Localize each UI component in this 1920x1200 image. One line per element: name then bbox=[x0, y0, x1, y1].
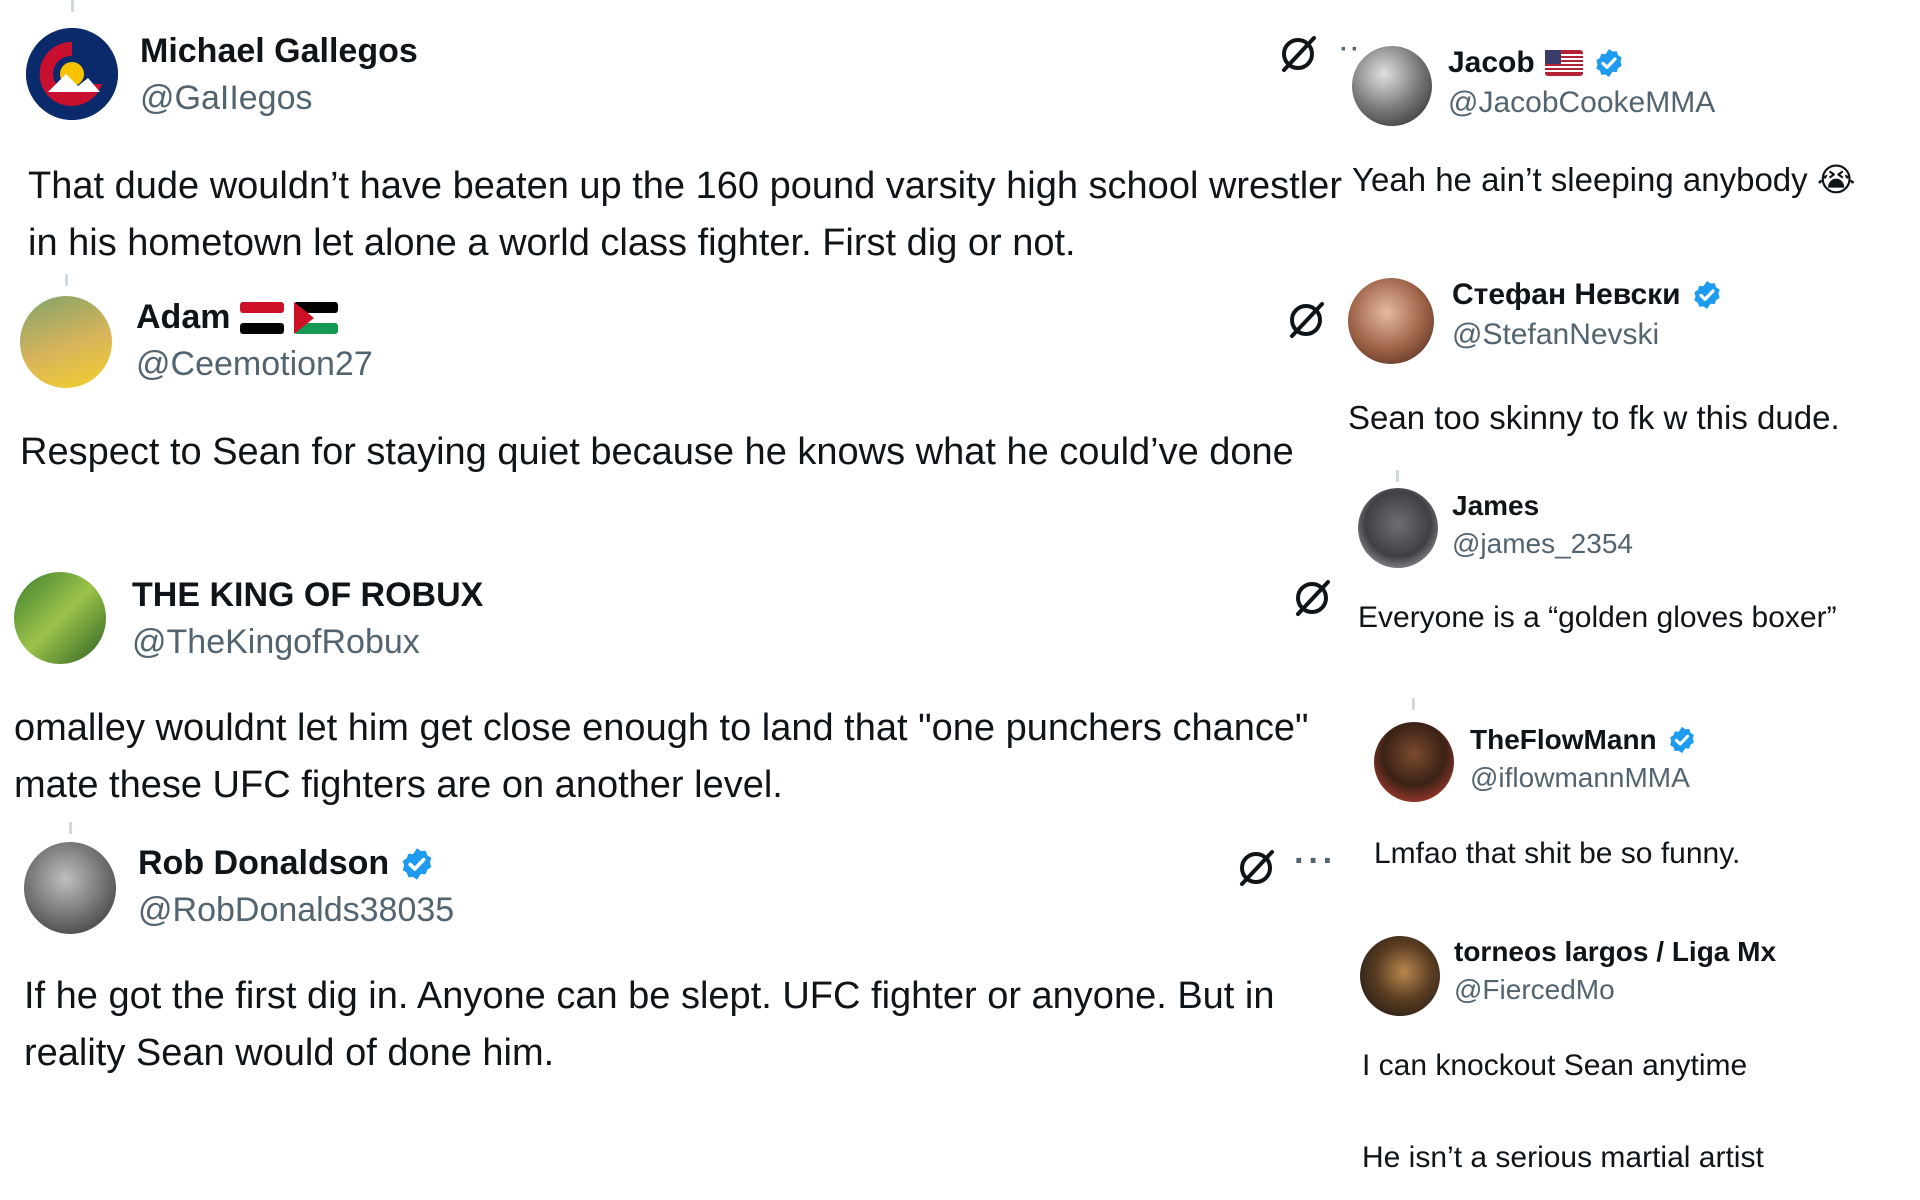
display-name[interactable]: torneos largos / Liga Mx bbox=[1454, 936, 1776, 968]
verified-badge-icon bbox=[402, 847, 432, 880]
verified-badge-icon bbox=[1669, 726, 1694, 754]
grok-icon[interactable] bbox=[1276, 32, 1320, 76]
display-name[interactable]: Adam bbox=[136, 298, 230, 337]
usa-flag-icon bbox=[1544, 50, 1583, 76]
avatar[interactable] bbox=[26, 28, 118, 120]
thread-connector bbox=[1396, 470, 1399, 482]
grok-icon[interactable] bbox=[1290, 576, 1334, 620]
tweet-torneos-largos: torneos largos / Liga Mx @FiercedMo I ca… bbox=[1360, 936, 1910, 1186]
avatar[interactable] bbox=[1374, 722, 1454, 802]
grok-icon[interactable] bbox=[1284, 298, 1328, 342]
display-name[interactable]: Jacob bbox=[1448, 46, 1535, 80]
handle[interactable]: @GaIIegos bbox=[140, 79, 418, 118]
egypt-flag-icon bbox=[240, 301, 285, 334]
display-name[interactable]: Rob Donaldson bbox=[138, 844, 389, 883]
tweet-text: Yeah he ain’t sleeping anybody 😭 bbox=[1352, 161, 1856, 198]
display-name[interactable]: James bbox=[1452, 490, 1539, 522]
grok-icon[interactable] bbox=[1234, 846, 1278, 890]
display-name[interactable]: Michael Gallegos bbox=[140, 32, 418, 71]
colorado-logo-icon bbox=[26, 28, 118, 120]
tweet-text: Lmfao that shit be so funny. bbox=[1374, 837, 1741, 870]
tweet-stefan-nevski: Стефан Невски @StefanNevski Sean too ski… bbox=[1348, 278, 1908, 448]
handle[interactable]: @Ceemotion27 bbox=[136, 345, 373, 384]
handle[interactable]: @StefanNevski bbox=[1452, 318, 1723, 352]
handle[interactable]: @james_2354 bbox=[1452, 528, 1633, 560]
tweet-michael-gallegos: Michael Gallegos @GaIIegos ·· That dude … bbox=[26, 0, 1359, 278]
verified-badge-icon bbox=[1693, 281, 1720, 309]
tweet-text: omalley wouldnt let him get close enough… bbox=[14, 707, 1309, 806]
verified-badge-icon bbox=[1596, 49, 1622, 77]
more-options-icon[interactable]: ··· bbox=[1294, 842, 1337, 881]
thread-connector bbox=[65, 274, 68, 286]
avatar[interactable] bbox=[20, 296, 112, 388]
tweet-text: Respect to Sean for staying quiet becaus… bbox=[20, 431, 1294, 473]
avatar[interactable] bbox=[1348, 278, 1434, 364]
tweet-adam: Adam @Ceemotion27 Respect to Sean for st… bbox=[20, 274, 1350, 546]
palestine-flag-icon bbox=[294, 301, 339, 334]
handle[interactable]: @iflowmannMMA bbox=[1470, 762, 1697, 794]
handle[interactable]: @FiercedMo bbox=[1454, 974, 1776, 1006]
tweet-text: If he got the first dig in. Anyone can b… bbox=[24, 975, 1275, 1074]
tweet-the-king-of-robux: THE KING OF ROBUX @TheKingofRobux omalle… bbox=[14, 572, 1344, 822]
avatar[interactable] bbox=[1358, 488, 1438, 568]
tweet-theflowmann: TheFlowMann @iflowmannMMA Lmfao that shi… bbox=[1374, 698, 1904, 882]
tweet-james: James @james_2354 Everyone is a “golden … bbox=[1358, 470, 1908, 648]
avatar[interactable] bbox=[24, 842, 116, 934]
thread-connector bbox=[1412, 698, 1415, 710]
tweet-text: Sean too skinny to fk w this dude. bbox=[1348, 399, 1840, 436]
thread-connector bbox=[71, 0, 74, 12]
handle[interactable]: @JacobCookeMMA bbox=[1448, 86, 1715, 120]
avatar[interactable] bbox=[1360, 936, 1440, 1016]
handle[interactable]: @RobDonalds38035 bbox=[138, 891, 454, 930]
tweet-text-line-2: He isn’t a serious martial artist bbox=[1362, 1141, 1764, 1174]
avatar[interactable] bbox=[14, 572, 106, 664]
tweet-rob-donaldson: Rob Donaldson @RobDonalds38035 ··· If he… bbox=[24, 822, 1354, 1092]
tweet-text: Everyone is a “golden gloves boxer” bbox=[1358, 601, 1837, 634]
display-name[interactable]: TheFlowMann bbox=[1470, 724, 1657, 756]
display-name[interactable]: THE KING OF ROBUX bbox=[132, 576, 483, 615]
handle[interactable]: @TheKingofRobux bbox=[132, 623, 483, 662]
tweet-text-line-1: I can knockout Sean anytime bbox=[1362, 1049, 1748, 1082]
tweet-jacob: Jacob @JacobCookeMMA Yeah he ain’t sleep… bbox=[1352, 46, 1912, 216]
thread-connector bbox=[69, 822, 72, 834]
avatar[interactable] bbox=[1352, 46, 1432, 126]
tweet-text: That dude wouldn’t have beaten up the 16… bbox=[28, 165, 1342, 264]
display-name[interactable]: Стефан Невски bbox=[1452, 278, 1681, 312]
